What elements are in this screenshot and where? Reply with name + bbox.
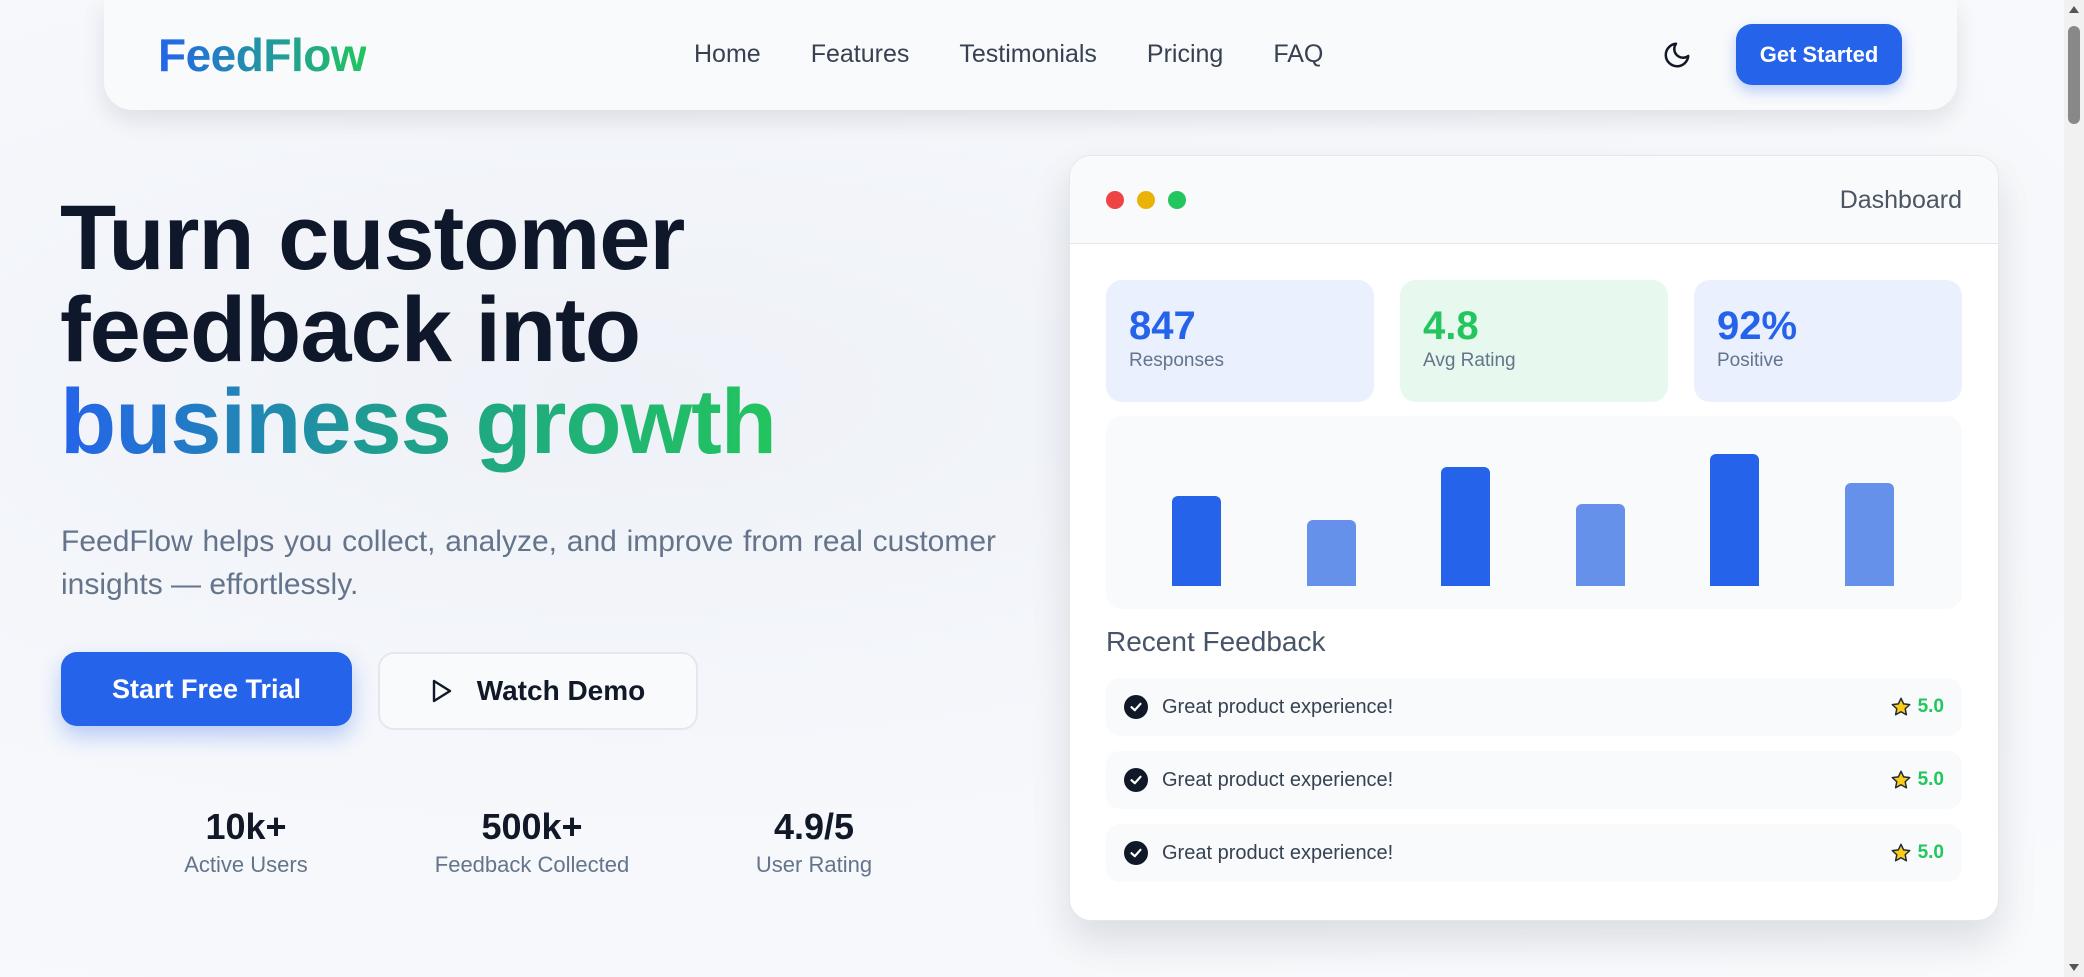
window-close-dot — [1106, 191, 1124, 209]
hero-title-gradient: business growth — [60, 371, 777, 473]
hero-title: Turn customer feedback into business gro… — [60, 192, 960, 468]
scroll-up-arrow[interactable] — [2069, 6, 2079, 13]
stat-value: 10k+ — [205, 806, 287, 847]
chart-bar — [1172, 496, 1221, 586]
dashboard-title: Dashboard — [1839, 186, 1962, 214]
chart-bar — [1844, 483, 1894, 586]
star-icon — [1891, 843, 1911, 862]
bar-chart — [1106, 416, 1962, 609]
kpi-value: 847 — [1129, 304, 1196, 348]
hero-title-line-2: feedback into — [60, 279, 641, 381]
scroll-down-arrow[interactable] — [2069, 964, 2079, 971]
nav-link-features[interactable]: Features — [811, 40, 910, 69]
top-navbar: FeedFlow Home Features Testimonials Pric… — [104, 0, 1957, 110]
stat-value: 4.9/5 — [773, 806, 855, 847]
star-icon — [1891, 697, 1911, 716]
window-maximize-dot — [1168, 191, 1186, 209]
chart-bar — [1575, 504, 1625, 586]
check-circle-icon — [1124, 768, 1148, 792]
moon-icon — [1664, 42, 1690, 68]
watch-demo-label: Watch Demo — [476, 675, 646, 706]
watch-demo-button[interactable]: Watch Demo — [378, 652, 698, 730]
window-minimize-dot — [1137, 191, 1155, 209]
feedback-text: Great product experience! — [1162, 768, 1394, 791]
star-icon — [1891, 770, 1911, 789]
feedback-row[interactable]: Great product experience! 5.0 — [1106, 751, 1962, 809]
check-circle-icon — [1124, 841, 1148, 865]
scroll-thumb[interactable] — [2068, 26, 2080, 124]
nav-link-testimonials[interactable]: Testimonials — [959, 40, 1097, 69]
dashboard-window-header: Dashboard — [1070, 156, 1998, 244]
kpi-card-avg-rating: 4.8 Avg Rating — [1400, 280, 1668, 402]
feedback-row[interactable]: Great product experience! 5.0 — [1106, 678, 1962, 736]
stat-value: 500k+ — [481, 806, 583, 847]
kpi-label: Responses — [1129, 350, 1225, 371]
chart-bar — [1441, 467, 1490, 586]
play-icon — [432, 679, 451, 703]
stat-feedback-collected: 500k+ Feedback Collected — [435, 806, 629, 878]
start-free-trial-button[interactable]: Start Free Trial — [61, 652, 352, 726]
kpi-label: Positive — [1717, 350, 1784, 371]
nav-link-pricing[interactable]: Pricing — [1147, 40, 1223, 69]
stat-label: Active Users — [184, 852, 308, 877]
stat-active-users: 10k+ Active Users — [184, 806, 307, 878]
theme-toggle-button[interactable] — [1660, 38, 1694, 72]
stat-label: Feedback Collected — [434, 852, 630, 877]
feedback-text: Great product experience! — [1162, 695, 1394, 718]
logo[interactable]: FeedFlow — [158, 28, 367, 82]
feedback-row[interactable]: Great product experience! 5.0 — [1106, 824, 1962, 882]
get-started-button[interactable]: Get Started — [1736, 24, 1902, 85]
stat-user-rating: 4.9/5 User Rating — [756, 806, 872, 878]
kpi-value: 92% — [1717, 304, 1798, 348]
feedback-rating: 5.0 — [1917, 769, 1944, 790]
chart-bar — [1306, 520, 1356, 586]
recent-feedback-title: Recent Feedback — [1106, 626, 1326, 657]
dashboard-preview: Dashboard 847 Responses 4.8 Avg Rating 9… — [1069, 155, 1999, 921]
feedback-rating: 5.0 — [1917, 696, 1944, 717]
kpi-card-responses: 847 Responses — [1106, 280, 1374, 402]
feedback-rating: 5.0 — [1917, 842, 1944, 863]
hero-stats: 10k+ Active Users 500k+ Feedback Collect… — [0, 806, 960, 896]
check-circle-icon — [1124, 695, 1148, 719]
feedback-text: Great product experience! — [1162, 841, 1394, 864]
hero-subtitle: FeedFlow helps you collect, analyze, and… — [61, 525, 996, 601]
page-scrollbar[interactable] — [2064, 0, 2084, 977]
chart-bar — [1710, 454, 1759, 586]
nav-link-faq[interactable]: FAQ — [1273, 40, 1323, 69]
kpi-card-positive: 92% Positive — [1694, 280, 1962, 402]
hero-title-line-1: Turn customer — [60, 187, 685, 289]
nav-links: Home Features Testimonials Pricing FAQ — [694, 40, 1373, 69]
nav-link-home[interactable]: Home — [694, 40, 761, 69]
kpi-value: 4.8 — [1423, 304, 1479, 348]
kpi-label: Avg Rating — [1423, 350, 1516, 371]
stat-label: User Rating — [755, 852, 873, 877]
